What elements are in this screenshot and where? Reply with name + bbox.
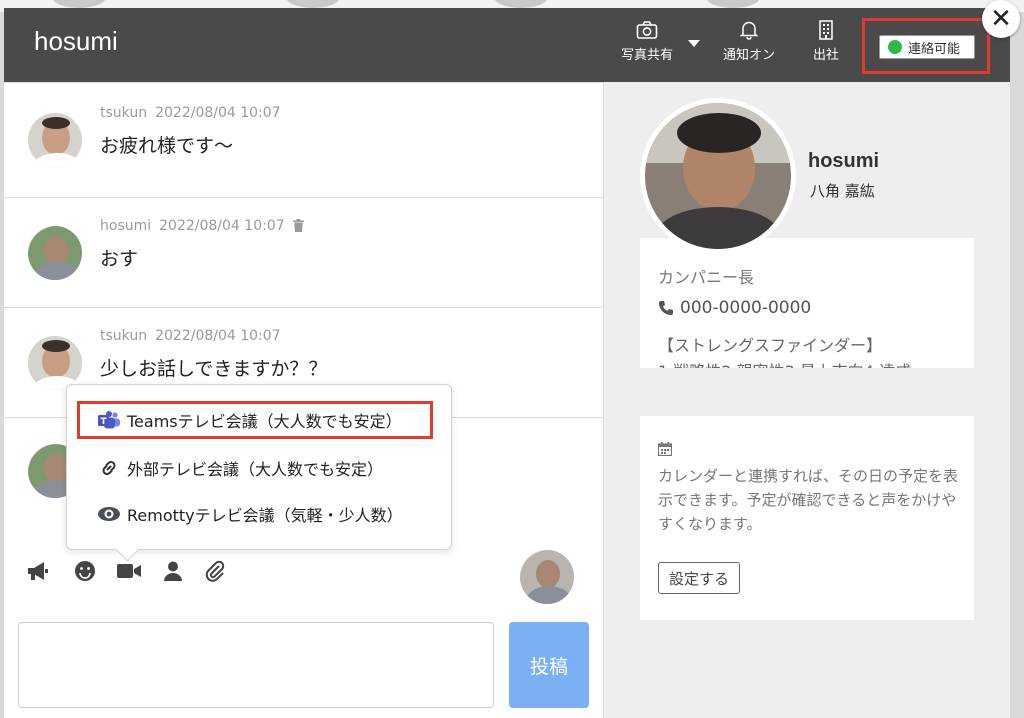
chat-message: tsukun 2022/08/04 10:07 お疲れ様です〜 — [4, 82, 604, 198]
profile-photo — [640, 98, 796, 254]
message-text: お疲れ様です〜 — [100, 135, 234, 157]
menu-item-label: Teamsテレビ会議（大人数でも安定） — [127, 412, 402, 431]
calendar-icon — [658, 442, 672, 456]
camera-icon — [636, 21, 658, 39]
profile-phone: 000-0000-0000 — [658, 298, 811, 318]
attendance-button[interactable]: 出社 — [808, 20, 844, 63]
message-text: おす — [100, 248, 139, 270]
video-call-menu: Teamsテレビ会議（大人数でも安定） 外部テレビ会議（大人数でも安定） Rem… — [66, 384, 452, 550]
status-highlight-box: 連絡可能 — [862, 18, 990, 74]
message-meta: tsukun 2022/08/04 10:07 — [100, 105, 281, 121]
close-button[interactable]: ✕ — [982, 0, 1020, 38]
notification-label: 通知オン — [722, 48, 775, 63]
photo-share-dropdown-icon[interactable] — [688, 40, 700, 47]
background-avatar — [494, 0, 548, 8]
photo-share-button[interactable]: 写真共有 — [616, 20, 678, 63]
message-meta: tsukun 2022/08/04 10:07 — [100, 328, 281, 344]
chat-message: hosumi 2022/08/04 10:07 おす — [4, 198, 604, 308]
menu-item-label: Remottyテレビ会議（気軽・少人数） — [127, 506, 403, 525]
photo-share-label: 写真共有 — [620, 48, 673, 63]
phone-number: 000-0000-0000 — [680, 298, 812, 318]
video-camera-icon[interactable] — [116, 560, 142, 582]
profile-job-title: カンパニー長 — [658, 268, 755, 287]
teams-icon — [98, 411, 120, 429]
profile-panel: hosumi 八角 嘉紘 カンパニー長 000-0000-0000 【ストレング… — [604, 82, 1010, 718]
message-author: tsukun — [100, 328, 148, 344]
strengths-list: 1.戦略性2.親密性3.最上志向4.達成 — [658, 358, 911, 368]
calendar-card: カレンダーと連携すれば、その日の予定を表示できます。予定が確認できると声をかけや… — [640, 416, 974, 620]
bell-icon — [739, 21, 759, 40]
close-icon: ✕ — [990, 4, 1012, 34]
status-badge[interactable]: 連絡可能 — [879, 35, 975, 59]
link-icon — [102, 460, 116, 476]
avatar-hosumi[interactable] — [26, 224, 84, 282]
avatar-tsukun[interactable] — [26, 111, 84, 169]
user-modal: hosumi 写真共有 通知オン 出社 連絡可能 tsukun 2022/08/… — [4, 8, 1010, 718]
modal-title: hosumi — [34, 26, 118, 56]
message-timestamp: 2022/08/04 10:07 — [155, 105, 281, 121]
paperclip-icon[interactable] — [204, 560, 226, 582]
trash-icon[interactable] — [293, 219, 305, 232]
chat-panel: tsukun 2022/08/04 10:07 お疲れ様です〜 hosumi 202… — [4, 82, 604, 718]
user-icon[interactable] — [162, 560, 184, 582]
remotty-icon — [98, 507, 120, 521]
menu-item-teams-meeting[interactable]: Teamsテレビ会議（大人数でも安定） — [77, 401, 433, 439]
message-timestamp: 2022/08/04 10:07 — [159, 218, 285, 234]
background-avatar — [706, 0, 760, 8]
message-author: tsukun — [100, 105, 148, 121]
menu-item-remotty-meeting[interactable]: Remottyテレビ会議（気軽・少人数） — [77, 495, 433, 533]
building-icon — [819, 20, 833, 40]
phone-icon — [659, 301, 673, 315]
background-avatar — [52, 0, 106, 8]
menu-item-external-meeting[interactable]: 外部テレビ会議（大人数でも安定） — [77, 449, 433, 487]
notification-toggle-button[interactable]: 通知オン — [716, 20, 782, 63]
profile-info-card: カンパニー長 000-0000-0000 【ストレングスファインダー】 1.戦略… — [640, 238, 974, 368]
status-dot-icon — [888, 40, 902, 54]
menu-item-label: 外部テレビ会議（大人数でも安定） — [127, 460, 384, 479]
attendance-label: 出社 — [812, 48, 839, 63]
calendar-description: カレンダーと連携すれば、その日の予定を表示できます。予定が確認できると声をかけや… — [658, 467, 959, 533]
modal-header: hosumi 写真共有 通知オン 出社 連絡可能 — [4, 8, 1010, 82]
emoji-icon[interactable] — [74, 560, 96, 582]
background-avatar — [286, 0, 340, 8]
message-input[interactable] — [18, 622, 494, 708]
post-button[interactable]: 投稿 — [509, 622, 589, 708]
message-meta: hosumi 2022/08/04 10:07 — [100, 218, 305, 234]
message-text: 少しお話しできますか？？ — [100, 358, 328, 380]
profile-username: hosumi — [808, 150, 880, 172]
megaphone-icon[interactable] — [26, 560, 50, 582]
calendar-settings-button[interactable]: 設定する — [658, 562, 741, 594]
status-label: 連絡可能 — [908, 41, 961, 57]
profile-full-name: 八角 嘉紘 — [810, 182, 875, 200]
message-timestamp: 2022/08/04 10:07 — [155, 328, 281, 344]
message-author: hosumi — [100, 218, 152, 234]
strengths-heading: 【ストレングスファインダー】 — [658, 336, 883, 355]
current-user-avatar — [518, 548, 576, 606]
